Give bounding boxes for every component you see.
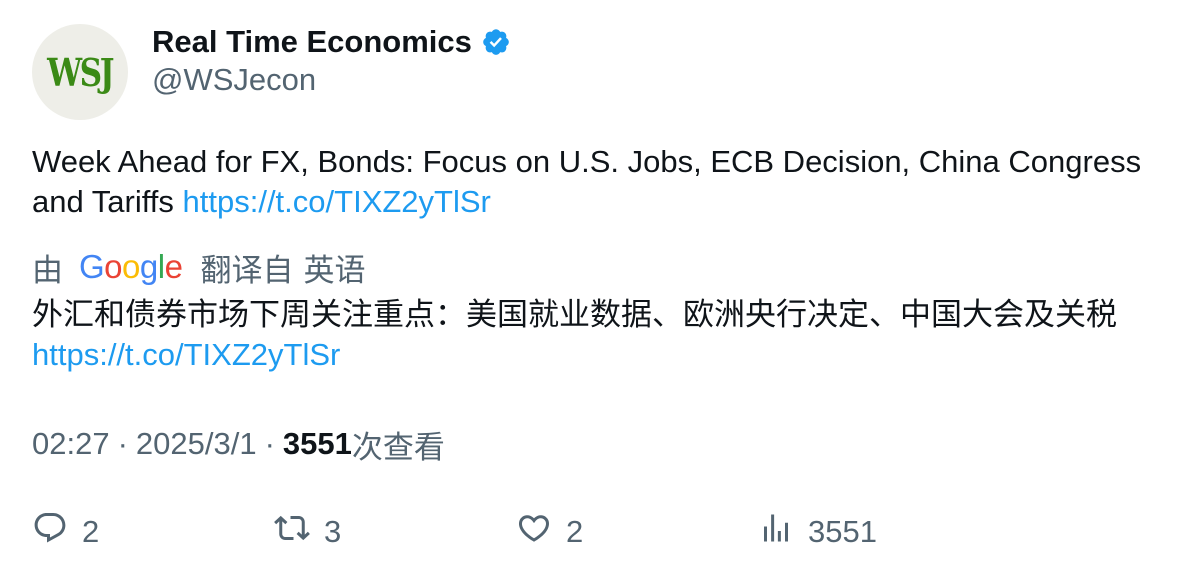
views-button[interactable]: 3551: [758, 510, 877, 554]
tweet-date[interactable]: 2025/3/1: [136, 426, 257, 462]
reply-icon: [32, 510, 68, 554]
author-display-name[interactable]: Real Time Economics: [152, 24, 472, 60]
tweet-card: WSJ Real Time Economics @WSJecon Week Ah…: [0, 0, 1196, 578]
retweet-count: 3: [324, 514, 342, 549]
retweet-icon: [274, 510, 310, 554]
reply-button[interactable]: 2: [32, 510, 99, 554]
source-language: 英语: [303, 252, 366, 288]
tweet-link[interactable]: https://t.co/TIXZ2yTlSr: [183, 184, 491, 219]
translated-text: 外汇和债券市场下周关注重点：美国就业数据、欧洲央行决定、中国大会及关税 http…: [32, 295, 1182, 375]
like-button[interactable]: 2: [516, 510, 583, 554]
tweet-meta: 02:27 · 2025/3/1 · 3551 次查看: [32, 424, 445, 465]
tweet-time[interactable]: 02:27: [32, 426, 110, 462]
author-handle[interactable]: @WSJecon: [152, 62, 316, 98]
wsj-logo: WSJ: [47, 49, 115, 95]
meta-separator: ·: [264, 426, 275, 461]
verified-badge-icon: [481, 27, 511, 57]
views-count: 3551: [282, 426, 352, 461]
translation-attribution: 由 Google 翻译自 英语: [32, 245, 365, 289]
translated-from-label: 翻译自: [200, 252, 294, 288]
google-logo: Google: [79, 248, 183, 285]
translate-by-label: 由: [32, 252, 63, 288]
translated-body: 外汇和债券市场下周关注重点：美国就业数据、欧洲央行决定、中国大会及关税: [32, 297, 1117, 332]
tweet-text: Week Ahead for FX, Bonds: Focus on U.S. …: [32, 142, 1172, 222]
views-label: 次查看: [351, 429, 445, 465]
heart-icon: [516, 510, 552, 554]
views-action-count: 3551: [808, 514, 877, 549]
analytics-icon: [758, 510, 794, 554]
translated-link[interactable]: https://t.co/TIXZ2yTlSr: [32, 337, 340, 372]
retweet-button[interactable]: 3: [274, 510, 341, 554]
meta-separator: ·: [117, 426, 128, 461]
action-bar: 2 3 2 3551: [32, 510, 1132, 554]
avatar[interactable]: WSJ: [32, 24, 128, 120]
author-name-row: Real Time Economics: [152, 22, 511, 62]
reply-count: 2: [82, 514, 100, 549]
like-count: 2: [566, 514, 584, 549]
